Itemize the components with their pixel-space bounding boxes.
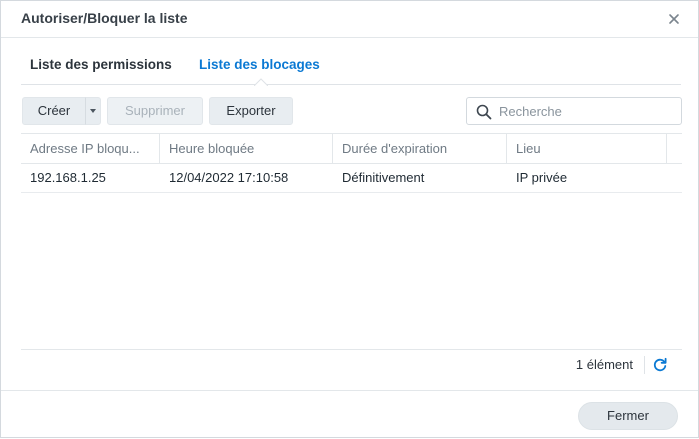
delete-button[interactable]: Supprimer — [107, 97, 203, 125]
cell-expiration: Définitivement — [342, 170, 425, 185]
tab-blocklist[interactable]: Liste des blocages — [199, 57, 320, 72]
create-dropdown-chevron-down-icon[interactable] — [85, 97, 101, 125]
active-tab-indicator-icon — [254, 78, 268, 86]
table-header: Adresse IP bloqu... Heure bloquée Durée … — [21, 134, 682, 164]
dialog-footer: Fermer — [1, 390, 698, 439]
footer-divider — [644, 356, 645, 374]
column-header-expiration[interactable]: Durée d'expiration — [333, 134, 507, 163]
table-footer: 1 élément — [21, 349, 682, 379]
tab-bar: Liste des permissions Liste des blocages — [21, 39, 681, 86]
search-box — [466, 97, 682, 125]
close-button[interactable]: Fermer — [578, 402, 678, 430]
refresh-icon[interactable] — [652, 357, 668, 373]
item-count: 1 élément — [575, 357, 633, 372]
title-bar: Autoriser/Bloquer la liste — [1, 1, 698, 38]
cell-time: 12/04/2022 17:10:58 — [169, 170, 289, 185]
column-header-time[interactable]: Heure bloquée — [160, 134, 333, 163]
cell-ip: 192.168.1.25 — [30, 170, 106, 185]
cell-location: IP privée — [516, 170, 568, 185]
dialog-window: Autoriser/Bloquer la liste Liste des per… — [0, 0, 699, 438]
create-button[interactable]: Créer — [22, 97, 86, 125]
window-title: Autoriser/Bloquer la liste — [21, 10, 188, 26]
tab-permissions[interactable]: Liste des permissions — [30, 57, 172, 72]
column-header-location[interactable]: Lieu — [507, 134, 667, 163]
search-input[interactable] — [499, 100, 675, 122]
table-row[interactable]: 192.168.1.25 12/04/2022 17:10:58 Définit… — [21, 164, 682, 193]
search-icon — [476, 104, 492, 120]
column-header-ip[interactable]: Adresse IP bloqu... — [21, 134, 160, 163]
export-button[interactable]: Exporter — [209, 97, 293, 125]
blocklist-table: Adresse IP bloqu... Heure bloquée Durée … — [21, 133, 682, 350]
close-icon[interactable] — [664, 9, 684, 29]
